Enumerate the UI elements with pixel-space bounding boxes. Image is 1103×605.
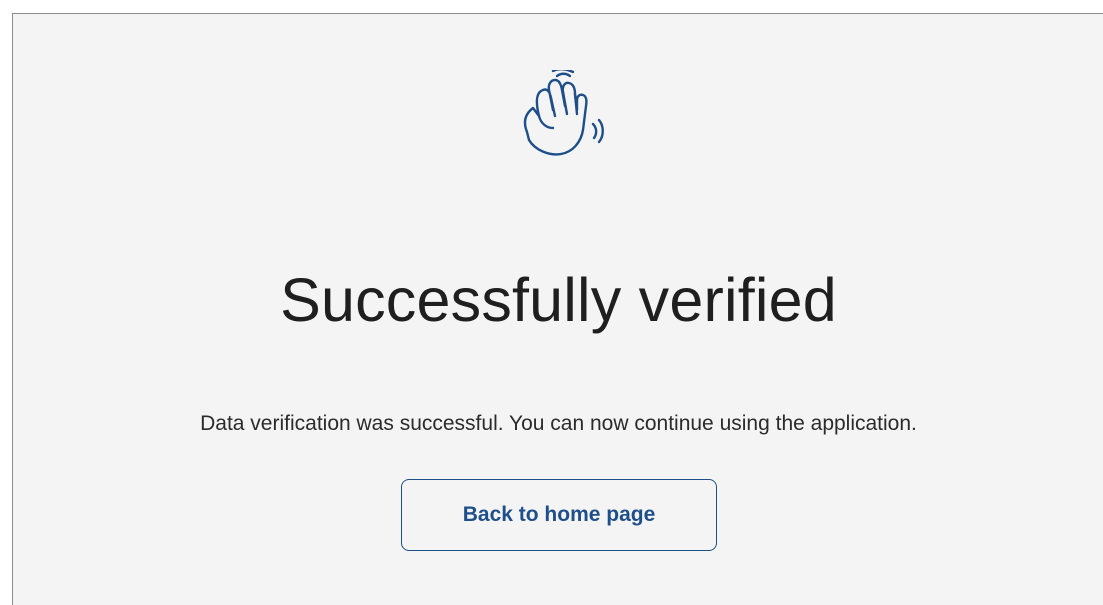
page-title: Successfully verified [280, 266, 837, 334]
success-message: Data verification was successful. You ca… [200, 412, 917, 435]
verification-panel: Successfully verified Data verification … [12, 13, 1103, 605]
back-to-home-button[interactable]: Back to home page [401, 479, 717, 551]
waving-hand-icon [513, 70, 607, 168]
